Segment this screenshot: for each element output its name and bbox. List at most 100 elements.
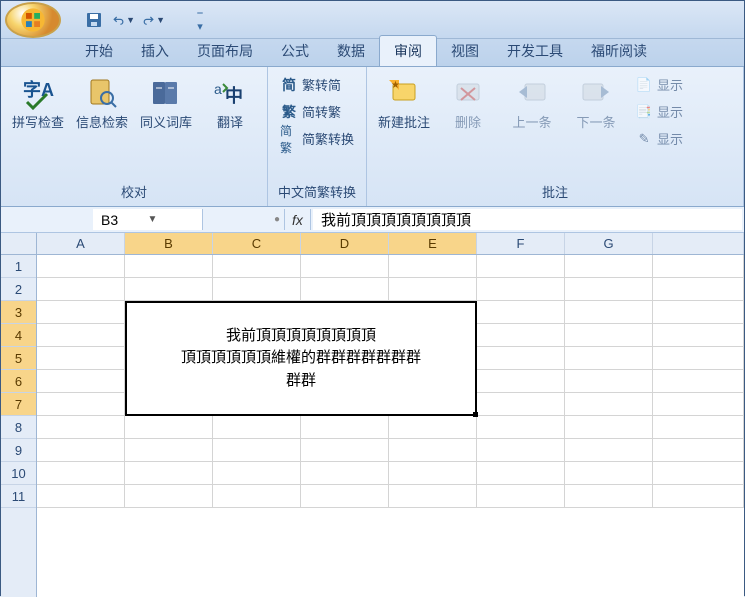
cell-A2[interactable] [37,278,125,301]
row-header-4[interactable]: 4 [1,324,36,347]
row-header-9[interactable]: 9 [1,439,36,462]
trad-to-simp-button[interactable]: 简 繁转简 [276,73,358,96]
cell-A11[interactable] [37,485,125,508]
cell-E9[interactable] [389,439,477,462]
row-header-2[interactable]: 2 [1,278,36,301]
cell-F6[interactable] [477,370,565,393]
cell-G3[interactable] [565,301,653,324]
prev-comment-button[interactable]: 上一条 [503,73,561,133]
cell-D1[interactable] [301,255,389,278]
cell-F4[interactable] [477,324,565,347]
cell-C1[interactable] [213,255,301,278]
cell-A10[interactable] [37,462,125,485]
cell-C9[interactable] [213,439,301,462]
cell-E8[interactable] [389,416,477,439]
tab-review[interactable]: 审阅 [379,35,437,66]
select-all-corner[interactable] [1,233,36,255]
row-header-8[interactable]: 8 [1,416,36,439]
cell-C10[interactable] [213,462,301,485]
cell-F5[interactable] [477,347,565,370]
cell-B2[interactable] [125,278,213,301]
row-header-7[interactable]: 7 [1,393,36,416]
research-button[interactable]: 信息检索 [73,73,131,133]
cell-A9[interactable] [37,439,125,462]
cell-D9[interactable] [301,439,389,462]
cell-E2[interactable] [389,278,477,301]
name-box[interactable]: B3 ▼ [93,209,203,230]
cell-E1[interactable] [389,255,477,278]
fx-button[interactable]: fx [285,209,311,230]
column-header-A[interactable]: A [37,233,125,254]
delete-comment-button[interactable]: 删除 [439,73,497,133]
cell-F7[interactable] [477,393,565,416]
cell-G2[interactable] [565,278,653,301]
row-header-5[interactable]: 5 [1,347,36,370]
row-header-3[interactable]: 3 [1,301,36,324]
tab-home[interactable]: 开始 [71,36,127,66]
name-box-dropdown-icon[interactable]: ▼ [148,214,195,225]
show-comment-3-button[interactable]: ✎显示 [631,127,687,150]
cell-C2[interactable] [213,278,301,301]
cell-G8[interactable] [565,416,653,439]
column-header-E[interactable]: E [389,233,477,254]
cell-B11[interactable] [125,485,213,508]
undo-button[interactable]: ▼ [113,9,135,31]
save-button[interactable] [83,9,105,31]
translate-button[interactable]: a中 翻译 [201,73,259,133]
tab-page-layout[interactable]: 页面布局 [183,36,267,66]
cell-C11[interactable] [213,485,301,508]
cell-G6[interactable] [565,370,653,393]
expand-icon[interactable]: ● [274,214,280,225]
tab-formulas[interactable]: 公式 [267,36,323,66]
show-comment-1-button[interactable]: 📄显示 [631,73,687,96]
cell-F8[interactable] [477,416,565,439]
cell-A8[interactable] [37,416,125,439]
simp-trad-convert-button[interactable]: 简繁 简繁转换 [276,127,358,150]
column-header-C[interactable]: C [213,233,301,254]
cells-area[interactable]: 我前頂頂頂頂頂頂頂頂 頂頂頂頂頂頂維權的群群群群群群群 群群 [37,255,744,508]
cell-G11[interactable] [565,485,653,508]
cell-A6[interactable] [37,370,125,393]
tab-insert[interactable]: 插入 [127,36,183,66]
tab-developer[interactable]: 开发工具 [493,36,577,66]
cell-F3[interactable] [477,301,565,324]
cell-B10[interactable] [125,462,213,485]
office-button[interactable] [5,2,61,38]
cell-F1[interactable] [477,255,565,278]
cell-G9[interactable] [565,439,653,462]
cell-A5[interactable] [37,347,125,370]
cell-A3[interactable] [37,301,125,324]
tab-foxit[interactable]: 福昕阅读 [577,36,661,66]
thesaurus-button[interactable]: 同义词库 [137,73,195,133]
column-header-F[interactable]: F [477,233,565,254]
row-header-6[interactable]: 6 [1,370,36,393]
qat-customize-button[interactable]: ⎯▾ [189,9,211,31]
fill-handle[interactable] [473,412,478,417]
cell-F11[interactable] [477,485,565,508]
redo-button[interactable]: ▼ [143,9,165,31]
tab-data[interactable]: 数据 [323,36,379,66]
cell-A4[interactable] [37,324,125,347]
cell-B9[interactable] [125,439,213,462]
cell-A7[interactable] [37,393,125,416]
cell-G5[interactable] [565,347,653,370]
formula-input[interactable]: 我前頂頂頂頂頂頂頂頂 [313,209,742,230]
next-comment-button[interactable]: 下一条 [567,73,625,133]
cell-G10[interactable] [565,462,653,485]
spellcheck-button[interactable]: 字A 拼写检查 [9,73,67,133]
cell-G7[interactable] [565,393,653,416]
cell-B1[interactable] [125,255,213,278]
cell-F9[interactable] [477,439,565,462]
simp-to-trad-button[interactable]: 繁 简转繁 [276,100,358,123]
cell-F10[interactable] [477,462,565,485]
cell-B8[interactable] [125,416,213,439]
cell-D10[interactable] [301,462,389,485]
merged-cell-selection[interactable]: 我前頂頂頂頂頂頂頂頂 頂頂頂頂頂頂維權的群群群群群群群 群群 [125,301,477,416]
cell-D11[interactable] [301,485,389,508]
column-header-G[interactable]: G [565,233,653,254]
cell-F2[interactable] [477,278,565,301]
row-header-1[interactable]: 1 [1,255,36,278]
column-header-B[interactable]: B [125,233,213,254]
cell-A1[interactable] [37,255,125,278]
cell-D8[interactable] [301,416,389,439]
